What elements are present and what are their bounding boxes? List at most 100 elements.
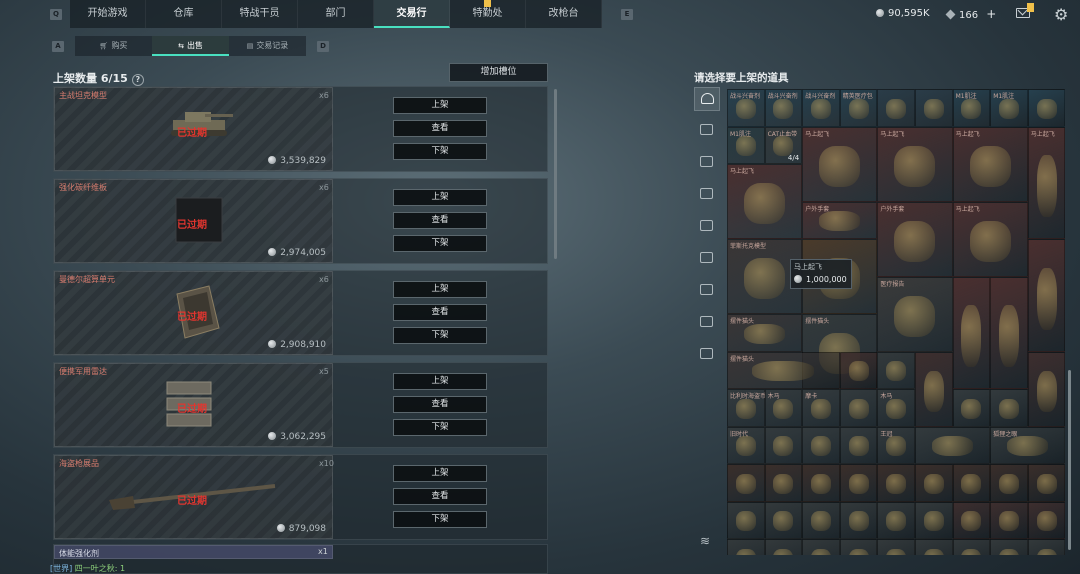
inventory-item-cell[interactable] [915, 501, 953, 539]
inventory-item-cell[interactable] [915, 426, 991, 464]
inventory-item-cell[interactable] [990, 501, 1028, 539]
inventory-item-cell[interactable] [877, 464, 915, 502]
inventory-item-cell[interactable] [1027, 464, 1066, 502]
inventory-item-cell[interactable] [727, 501, 765, 539]
inventory-item-cell[interactable]: 王冠 [877, 426, 915, 464]
inventory-item-cell[interactable]: 精英医疗包 [839, 89, 878, 127]
inventory-item-cell[interactable]: 马上起飞 [952, 126, 1028, 202]
inventory-item-cell[interactable] [1027, 351, 1066, 427]
category-attachments[interactable] [694, 279, 720, 303]
inventory-item-cell[interactable]: 马上起飞 [952, 201, 1028, 277]
inventory-item-cell[interactable]: 比利时海盗币 [727, 389, 766, 427]
list-button[interactable]: 上架 [393, 281, 487, 298]
inventory-item-cell[interactable] [877, 501, 915, 539]
inventory-item-cell[interactable] [952, 389, 991, 427]
inventory-item-cell[interactable]: 摩卡 [802, 389, 840, 427]
diamond-balance[interactable]: 166 + [945, 0, 996, 28]
tab-start-game[interactable]: 开始游戏 [70, 0, 146, 28]
inventory-item-cell[interactable]: 战斗兴奋剂 [764, 89, 803, 127]
list-button[interactable]: 上架 [393, 373, 487, 390]
inventory-item-cell[interactable] [915, 351, 953, 427]
category-medical[interactable] [694, 247, 720, 271]
inventory-item-cell[interactable] [839, 501, 878, 539]
inventory-item-cell[interactable] [915, 89, 953, 127]
inventory-item-cell[interactable] [877, 351, 915, 389]
inventory-item-cell[interactable] [990, 539, 1028, 555]
view-button[interactable]: 查看 [393, 488, 487, 505]
category-armor[interactable] [694, 183, 720, 207]
category-collectibles[interactable] [694, 343, 720, 367]
inventory-scrollbar[interactable] [1068, 370, 1071, 550]
tab-sell[interactable]: ⇆ 出售 [152, 36, 229, 56]
inventory-item-cell[interactable] [990, 464, 1028, 502]
inventory-item-cell[interactable]: 马上起飞 [802, 126, 878, 202]
add-currency-button[interactable]: + [986, 7, 996, 21]
category-all[interactable] [694, 87, 720, 111]
tab-gunsmith[interactable]: 改枪台 [526, 0, 602, 28]
chat-line[interactable]: [世界] 四一叶之秋: 1 [50, 563, 125, 574]
inventory-item-cell[interactable] [727, 464, 765, 502]
inventory-item-cell[interactable] [727, 539, 765, 555]
help-icon[interactable]: ? [131, 74, 144, 86]
listing-item-card[interactable]: 曼德尔超算单元 x6 已过期 2,908,910 [54, 271, 333, 355]
delist-button[interactable]: 下架 [393, 143, 487, 160]
inventory-item-cell[interactable] [839, 389, 878, 427]
delist-button[interactable]: 下架 [393, 419, 487, 436]
inventory-item-cell[interactable]: 摆件猫头 [727, 314, 803, 352]
inventory-item-cell[interactable]: 医疗报告 [877, 276, 953, 352]
listing-item-card[interactable]: 强化碳纤维板 x6 已过期 2,974,005 [54, 179, 333, 263]
inventory-item-cell[interactable] [952, 501, 991, 539]
delist-button[interactable]: 下架 [393, 511, 487, 528]
inventory-item-cell[interactable]: 战斗兴奋剂 [802, 89, 840, 127]
inventory-item-cell[interactable] [990, 276, 1028, 389]
inventory-item-cell[interactable]: 战斗兴奋剂 [727, 89, 765, 127]
list-button[interactable]: 上架 [393, 189, 487, 206]
inventory-item-cell[interactable]: 马上起飞 [877, 126, 953, 202]
inventory-item-cell[interactable]: 狐狸之眼 [990, 426, 1066, 464]
inventory-item-cell[interactable]: 马上起飞 [727, 164, 803, 239]
inventory-item-cell[interactable]: 马上起飞 [1027, 126, 1066, 239]
inventory-item-cell[interactable]: 户外手套 [877, 201, 953, 277]
delist-button[interactable]: 下架 [393, 235, 487, 252]
inventory-item-cell[interactable] [764, 464, 803, 502]
delist-button[interactable]: 下架 [393, 327, 487, 344]
tab-trading-market[interactable]: 交易行 [374, 0, 450, 28]
view-button[interactable]: 查看 [393, 396, 487, 413]
category-weapons[interactable] [694, 119, 720, 143]
inventory-item-cell[interactable] [802, 464, 840, 502]
inventory-item-cell[interactable]: 木马 [877, 389, 915, 427]
inventory-item-cell[interactable] [839, 464, 878, 502]
tab-department[interactable]: 部门 [298, 0, 374, 28]
inventory-item-cell[interactable] [802, 426, 840, 464]
inventory-item-cell[interactable] [764, 501, 803, 539]
inventory-item-cell[interactable] [990, 389, 1028, 427]
listing-item-card[interactable]: 体能强化剂 [54, 545, 333, 559]
inventory-item-cell[interactable]: M1肌注 [952, 89, 991, 127]
inventory-item-cell[interactable] [952, 464, 991, 502]
tab-buy[interactable]: 🛒︎ 购买 [75, 36, 152, 56]
inventory-item-cell[interactable] [839, 351, 878, 389]
inventory-item-cell[interactable] [764, 426, 803, 464]
inventory-item-cell[interactable] [877, 539, 915, 555]
tab-warehouse[interactable]: 仓库 [146, 0, 222, 28]
inventory-item-cell[interactable]: 户外手套 [802, 201, 878, 239]
inventory-item-cell[interactable] [1027, 501, 1066, 539]
listing-item-card[interactable]: 海盗枪展品 x10 已过期 879,098 [54, 455, 334, 539]
inventory-item-cell[interactable]: 旧时代 [727, 426, 765, 464]
inventory-item-cell[interactable] [952, 276, 991, 389]
inventory-item-cell[interactable] [915, 464, 953, 502]
inventory-item-cell[interactable] [802, 539, 840, 555]
view-button[interactable]: 查看 [393, 304, 487, 321]
inventory-item-cell[interactable] [952, 539, 991, 555]
add-slot-button[interactable]: 增加槽位 [449, 63, 548, 82]
tab-special-ops[interactable]: 特勤处 [450, 0, 526, 28]
listing-item-card[interactable]: 便携军用雷达 x5 已过期 3,062,295 [54, 363, 333, 447]
category-ammo[interactable] [694, 151, 720, 175]
category-backpack[interactable] [694, 215, 720, 239]
inventory-item-cell[interactable]: CAT止血带 4/4 [764, 126, 803, 164]
list-button[interactable]: 上架 [393, 465, 487, 482]
category-keys[interactable] [694, 311, 720, 335]
inventory-item-cell[interactable]: M1肌注 [727, 126, 765, 164]
inventory-item-cell[interactable] [839, 426, 878, 464]
inventory-item-cell[interactable]: 木马 [764, 389, 803, 427]
